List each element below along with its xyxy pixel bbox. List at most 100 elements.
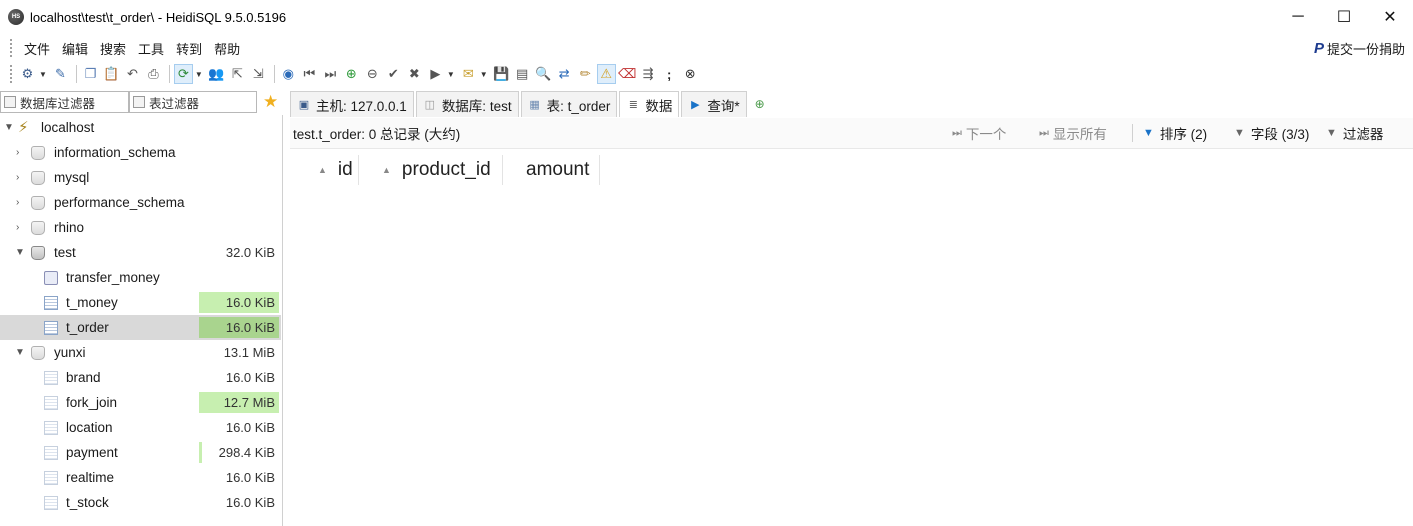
tree-node-location[interactable]: location 16.0 KiB bbox=[0, 415, 281, 440]
chevron-right-icon[interactable]: › bbox=[16, 147, 19, 158]
filter-row: 数据库过滤器 表过滤器 ★ bbox=[0, 90, 283, 114]
tree-node-brand[interactable]: brand 16.0 KiB bbox=[0, 365, 281, 390]
stop-icon[interactable]: ⇶ bbox=[639, 64, 658, 84]
paste-icon[interactable]: 📋 bbox=[102, 64, 121, 84]
chevron-down-icon[interactable]: ▼ bbox=[39, 70, 47, 79]
cancel-icon[interactable]: ✖ bbox=[405, 64, 424, 84]
save-icon[interactable]: 💾 bbox=[492, 64, 511, 84]
column-header-amount[interactable]: amount bbox=[526, 155, 589, 185]
tree-node-t-order[interactable]: t_order 16.0 KiB bbox=[0, 315, 281, 340]
tab-query[interactable]: ▶ 查询* bbox=[681, 91, 747, 117]
run-icon[interactable]: ▶ bbox=[426, 64, 445, 84]
database-filter-input[interactable]: 数据库过滤器 bbox=[0, 91, 129, 113]
refresh-icon[interactable]: ⟳ bbox=[173, 64, 193, 84]
explain-icon[interactable]: ✉ bbox=[459, 64, 478, 84]
menu-tools[interactable]: 工具 bbox=[132, 39, 170, 58]
column-separator[interactable] bbox=[599, 155, 600, 185]
menu-search[interactable]: 搜索 bbox=[94, 39, 132, 58]
export-icon[interactable]: ⇱ bbox=[228, 64, 247, 84]
sort-button[interactable]: ▼ 排序 (2) bbox=[1143, 118, 1207, 148]
chevron-right-icon[interactable]: › bbox=[16, 222, 19, 233]
chevron-down-icon[interactable]: ▼ bbox=[480, 70, 488, 79]
find-icon[interactable]: 🔍 bbox=[534, 64, 553, 84]
tree-node-information-schema[interactable]: › information_schema bbox=[0, 140, 281, 165]
clear-icon[interactable]: ⌫ bbox=[618, 64, 637, 84]
replace-icon[interactable]: ⇄ bbox=[555, 64, 574, 84]
tree-node-performance-schema[interactable]: › performance_schema bbox=[0, 190, 281, 215]
data-grid[interactable]: ▲ id ▲ product_id amount bbox=[290, 148, 1413, 526]
copy-icon[interactable]: ❐ bbox=[81, 64, 100, 84]
first-icon[interactable]: ⏮ bbox=[300, 64, 319, 84]
close-window-button[interactable]: ✕ bbox=[1367, 0, 1413, 34]
close-icon[interactable]: ⊗ bbox=[681, 64, 700, 84]
tree-node-label: performance_schema bbox=[54, 195, 185, 210]
delete-row-icon[interactable]: ⊖ bbox=[363, 64, 382, 84]
tab-database[interactable]: ◫ 数据库: test bbox=[415, 91, 519, 117]
procedure-icon bbox=[44, 270, 58, 285]
edit-icon[interactable]: ✏ bbox=[576, 64, 595, 84]
chevron-right-icon[interactable]: › bbox=[16, 172, 19, 183]
maximize-button[interactable]: ☐ bbox=[1321, 0, 1367, 34]
column-separator[interactable] bbox=[358, 155, 359, 185]
chevron-down-icon[interactable]: ▼ bbox=[447, 70, 455, 79]
insert-row-icon[interactable]: ⊕ bbox=[342, 64, 361, 84]
tree-node-t-money[interactable]: t_money 16.0 KiB bbox=[0, 290, 281, 315]
semicolon-icon[interactable]: ; bbox=[660, 64, 679, 84]
next-label: 下一个 bbox=[965, 127, 1007, 142]
menu-file[interactable]: 文件 bbox=[18, 39, 56, 58]
tree-node-rhino[interactable]: › rhino bbox=[0, 215, 281, 240]
tree-node-realtime[interactable]: realtime 16.0 KiB bbox=[0, 465, 281, 490]
tree-node-t-stock[interactable]: t_stock 16.0 KiB bbox=[0, 490, 281, 515]
column-separator[interactable] bbox=[502, 155, 503, 185]
last-icon[interactable]: ⏭ bbox=[321, 64, 340, 84]
undo-icon[interactable]: ↶ bbox=[123, 64, 142, 84]
filter-button[interactable]: ▼ 过滤器 bbox=[1326, 118, 1383, 148]
menu-grip[interactable] bbox=[10, 39, 13, 57]
tree-node-mysql[interactable]: › mysql bbox=[0, 165, 281, 190]
column-label: product_id bbox=[401, 159, 491, 180]
print-icon[interactable]: ⎙ bbox=[144, 64, 163, 84]
chevron-down-icon[interactable]: ▼ bbox=[15, 247, 25, 258]
tree-node-yunxi[interactable]: ▼ yunxi 13.1 MiB bbox=[0, 340, 281, 365]
disconnect-icon[interactable]: ✎ bbox=[51, 64, 70, 84]
show-all-button[interactable]: ⏭ 显示所有 bbox=[1039, 118, 1107, 148]
star-icon[interactable]: ★ bbox=[263, 92, 278, 112]
new-query-tab-icon[interactable]: ⊕ bbox=[755, 91, 765, 117]
menu-help[interactable]: 帮助 bbox=[208, 39, 246, 58]
tab-data[interactable]: ≣ 数据 bbox=[619, 91, 680, 117]
import-icon[interactable]: ⇲ bbox=[249, 64, 268, 84]
chevron-down-icon[interactable]: ▼ bbox=[195, 70, 203, 79]
tab-label: 数据 bbox=[645, 98, 673, 114]
tree-node-localhost[interactable]: ▼ ⚡ localhost bbox=[0, 115, 281, 140]
help-icon[interactable]: ◉ bbox=[279, 64, 298, 84]
donate-button[interactable]: P 提交一份捐助 bbox=[1314, 39, 1405, 58]
tree-node-fork-join[interactable]: fork_join 12.7 MiB bbox=[0, 390, 281, 415]
post-icon[interactable]: ✔ bbox=[384, 64, 403, 84]
menu-bar: 文件 编辑 搜索 工具 转到 帮助 P 提交一份捐助 bbox=[0, 36, 1413, 60]
connect-icon[interactable]: ⚙ bbox=[18, 64, 37, 84]
minimize-button[interactable]: ─ bbox=[1275, 0, 1321, 34]
database-icon bbox=[31, 145, 45, 160]
toolbar-grip[interactable] bbox=[10, 65, 13, 83]
table-filter-input[interactable]: 表过滤器 bbox=[129, 91, 257, 113]
columns-button[interactable]: ▼ 字段 (3/3) bbox=[1234, 118, 1309, 148]
chevron-right-icon[interactable]: › bbox=[16, 197, 19, 208]
tab-table[interactable]: ▦ 表: t_order bbox=[520, 91, 618, 117]
next-button[interactable]: ⏭ 下一个 bbox=[952, 118, 1006, 148]
menu-edit[interactable]: 编辑 bbox=[56, 39, 94, 58]
chevron-down-icon[interactable]: ▼ bbox=[4, 122, 14, 133]
chevron-down-icon[interactable]: ▼ bbox=[15, 347, 25, 358]
tree-node-size: 16.0 KiB bbox=[225, 295, 275, 310]
table-icon bbox=[44, 395, 58, 410]
tree-node-payment[interactable]: payment 298.4 KiB bbox=[0, 440, 281, 465]
user-manager-icon[interactable]: 👥 bbox=[207, 64, 226, 84]
warning-icon[interactable]: ⚠ bbox=[596, 64, 616, 84]
tree-node-label: fork_join bbox=[66, 395, 118, 410]
tab-host[interactable]: ▣ 主机: 127.0.0.1 bbox=[290, 91, 414, 117]
menu-goto[interactable]: 转到 bbox=[170, 39, 208, 58]
load-icon[interactable]: ▤ bbox=[513, 64, 532, 84]
tree-node-test[interactable]: ▼ test 32.0 KiB bbox=[0, 240, 281, 265]
column-header-product-id[interactable]: ▲ product_id bbox=[382, 155, 491, 185]
column-header-id[interactable]: ▲ id bbox=[318, 155, 353, 185]
tree-node-transfer-money[interactable]: transfer_money bbox=[0, 265, 281, 290]
